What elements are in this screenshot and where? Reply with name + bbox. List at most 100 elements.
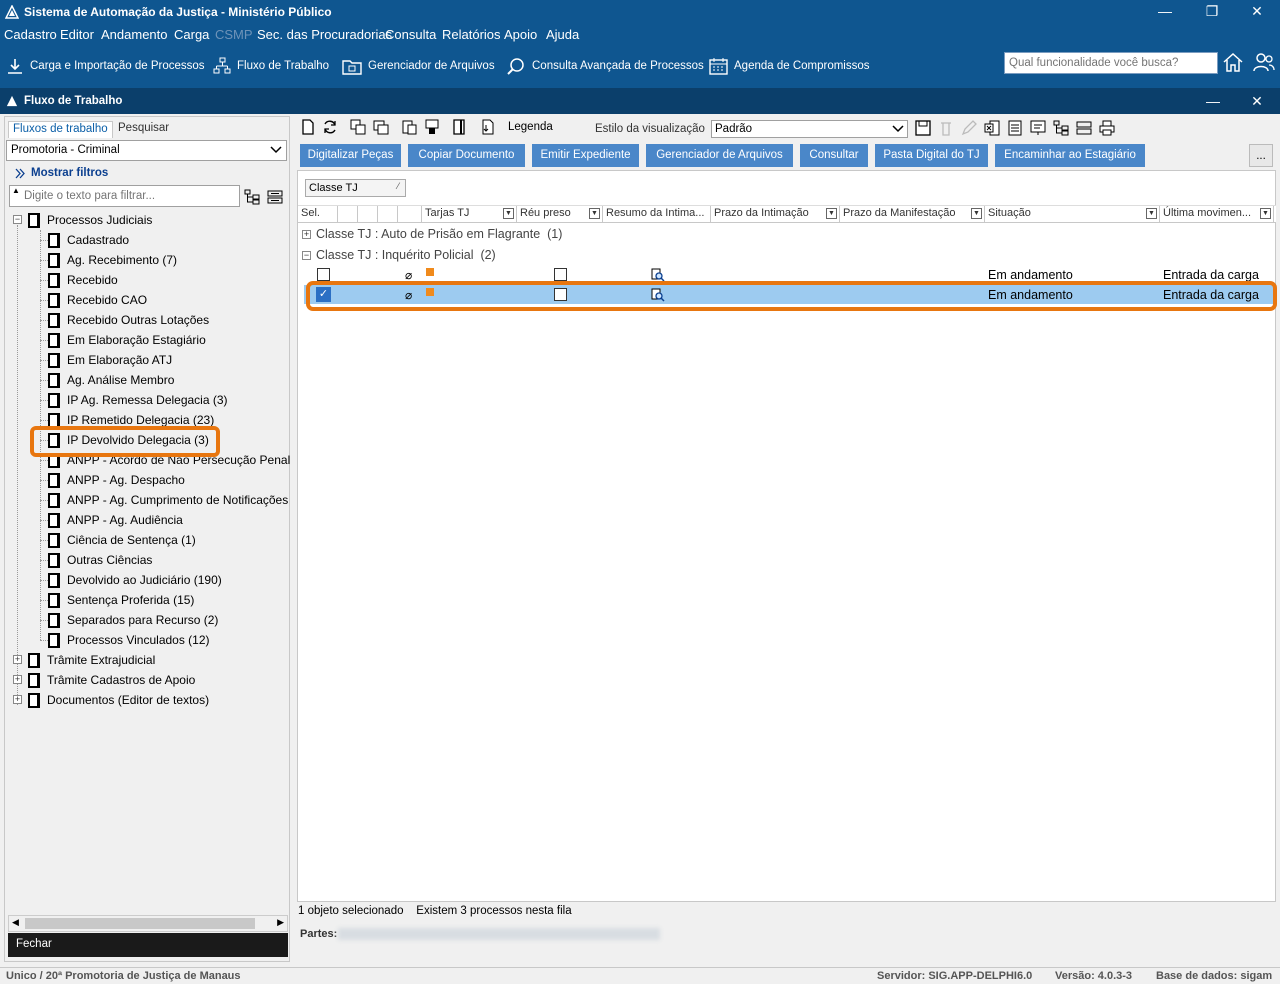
child-close-button[interactable]: ✕ <box>1234 90 1280 114</box>
collapse-toggle[interactable]: − <box>302 251 311 260</box>
tree-item[interactable]: Outras Ciências <box>48 550 152 570</box>
tree-item[interactable]: Ag. Análise Membro <box>48 370 174 390</box>
tree-item[interactable]: Cadastrado <box>48 230 129 250</box>
save-icon[interactable] <box>915 120 931 136</box>
expand-toggle[interactable]: + <box>13 655 22 664</box>
export-icon[interactable] <box>1030 120 1046 136</box>
col-blank-1[interactable] <box>338 206 358 222</box>
paste-icon[interactable] <box>401 119 417 135</box>
tree-item[interactable]: Separados para Recurso (2) <box>48 610 218 630</box>
shortcut-consulta-avancada[interactable]: Consulta Avançada de Processos <box>506 55 704 77</box>
excel-icon[interactable] <box>984 120 1000 136</box>
legend-label[interactable]: Legenda <box>508 121 553 133</box>
expand-toggle[interactable]: + <box>13 695 22 704</box>
collapse-tree-icon[interactable] <box>267 190 283 204</box>
expand-toggle[interactable]: + <box>302 230 311 239</box>
tree-item[interactable]: Devolvido ao Judiciário (190) <box>48 570 222 590</box>
row-select-checkbox[interactable] <box>317 268 330 281</box>
menu-apoio[interactable]: Apoio <box>504 27 537 42</box>
maximize-button[interactable]: ❐ <box>1189 0 1235 24</box>
horizontal-scrollbar[interactable]: ◀ ▶ <box>8 915 288 932</box>
menu-cadastro[interactable]: Cadastro <box>4 27 57 42</box>
copy-icon[interactable] <box>350 119 366 135</box>
new-document-icon[interactable] <box>300 119 316 135</box>
tab-pesquisar[interactable]: Pesquisar <box>114 121 173 138</box>
show-filters-link[interactable]: Mostrar filtros <box>31 167 108 179</box>
shortcut-agenda[interactable]: Agenda de Compromissos <box>709 55 870 77</box>
gerenciador-arquivos-button[interactable]: Gerenciador de Arquivos <box>646 144 793 167</box>
pasta-digital-tj-button[interactable]: Pasta Digital do TJ <box>875 144 988 167</box>
col-blank-2[interactable] <box>358 206 378 222</box>
collapse-toggle[interactable]: − <box>13 215 22 224</box>
home-icon[interactable] <box>1222 51 1244 73</box>
expand-tree-icon[interactable] <box>244 189 260 205</box>
menu-carga[interactable]: Carga <box>174 27 209 42</box>
encaminhar-estagiario-button[interactable]: Encaminhar ao Estagiário <box>995 144 1145 167</box>
tree-item[interactable]: Ag. Recebimento (7) <box>48 250 177 270</box>
col-reu-preso[interactable]: Réu preso ▼ <box>517 206 603 222</box>
group-by-chip[interactable]: Classe TJ ⁄ <box>305 179 406 197</box>
col-blank-3[interactable] <box>378 206 398 222</box>
chevron-down-icon[interactable]: ▼ <box>826 208 837 219</box>
clipboard-icon[interactable] <box>424 119 440 135</box>
view-style-combo[interactable]: Padrão <box>711 120 908 138</box>
shortcut-carga-importacao[interactable]: Carga e Importação de Processos <box>6 55 205 77</box>
menu-editor[interactable]: Editor <box>60 27 94 42</box>
tree-root-tramite-cadastros-apoio[interactable]: Trâmite Cadastros de Apoio <box>28 670 195 690</box>
minimize-button[interactable]: — <box>1142 0 1188 24</box>
chevron-down-icon[interactable]: ▼ <box>1260 208 1271 219</box>
tree-root-tramite-extrajudicial[interactable]: Trâmite Extrajudicial <box>28 650 155 670</box>
reu-preso-checkbox[interactable] <box>554 268 567 281</box>
duplicate-icon[interactable] <box>373 119 389 135</box>
legend-icon[interactable] <box>480 119 496 135</box>
close-panel-button[interactable]: Fechar <box>8 933 288 957</box>
chevron-down-icon[interactable]: ▼ <box>1146 208 1157 219</box>
tree-filter-input[interactable] <box>9 185 240 207</box>
tree-item[interactable]: Recebido <box>48 270 118 290</box>
chevron-down-icon[interactable]: ▼ <box>971 208 982 219</box>
menu-relatorios[interactable]: Relatórios <box>442 27 501 42</box>
menu-consulta[interactable]: Consulta <box>385 27 436 42</box>
tree-item[interactable]: Em Elaboração ATJ <box>48 350 172 370</box>
col-resumo-intimacao[interactable]: Resumo da Intima... <box>603 206 711 222</box>
tree-item[interactable]: ANPP - Ag. Despacho <box>48 470 185 490</box>
attachment-icon[interactable]: ⌀ <box>405 268 412 282</box>
scroll-right-icon[interactable]: ▶ <box>277 917 284 928</box>
workflow-combo[interactable]: Promotoria - Criminal <box>6 140 287 161</box>
col-situacao[interactable]: Situação ▼ <box>985 206 1160 222</box>
group-row[interactable]: Classe TJ : Auto de Prisão em Flagrante … <box>316 227 562 241</box>
tree-root-processos-judiciais[interactable]: Processos Judiciais <box>28 210 152 230</box>
consultar-button[interactable]: Consultar <box>800 144 868 167</box>
col-prazo-intimacao[interactable]: Prazo da Intimação ▼ <box>711 206 840 222</box>
menu-andamento[interactable]: Andamento <box>101 27 168 42</box>
tree-view-icon[interactable] <box>1053 120 1069 136</box>
tree-item[interactable]: ANPP - Ag. Audiência <box>48 510 183 530</box>
tree-item[interactable]: Sentença Proferida (15) <box>48 590 194 610</box>
tree-item[interactable]: Recebido CAO <box>48 290 147 310</box>
tree-item[interactable]: ANPP - Ag. Cumprimento de Notificações <box>48 490 288 510</box>
tree-item[interactable]: Ciência de Sentença (1) <box>48 530 196 550</box>
chevron-down-icon[interactable]: ▼ <box>503 208 514 219</box>
tree-item[interactable]: Em Elaboração Estagiário <box>48 330 206 350</box>
menu-sec-procuradorias[interactable]: Sec. das Procuradorias <box>257 27 392 42</box>
magnifier-document-icon[interactable] <box>651 268 665 282</box>
scroll-left-icon[interactable]: ◀ <box>12 917 19 928</box>
group-row[interactable]: Classe TJ : Inquérito Policial (2) <box>316 248 496 262</box>
shortcut-gerenciador-arquivos[interactable]: Gerenciador de Arquivos <box>342 55 495 77</box>
col-prazo-manifestacao[interactable]: Prazo da Manifestação ▼ <box>840 206 985 222</box>
print-icon[interactable] <box>1099 120 1115 136</box>
refresh-icon[interactable] <box>322 119 338 135</box>
tree-item[interactable]: IP Ag. Remessa Delegacia (3) <box>48 390 228 410</box>
child-minimize-button[interactable]: — <box>1190 90 1236 114</box>
digitalizar-pecas-button[interactable]: Digitalizar Peças <box>300 144 401 167</box>
tree-root-documentos[interactable]: Documentos (Editor de textos) <box>28 690 209 710</box>
col-ultima-movimentacao[interactable]: Última movimen... ▼ <box>1160 206 1274 222</box>
tree-item[interactable]: Recebido Outras Lotações <box>48 310 209 330</box>
copiar-documento-button[interactable]: Copiar Documento <box>408 144 525 167</box>
document-move-icon[interactable] <box>452 119 468 135</box>
col-sel[interactable]: Sel. <box>298 206 338 222</box>
scroll-thumb[interactable] <box>25 918 255 929</box>
emitir-expediente-button[interactable]: Emitir Expediente <box>532 144 639 167</box>
tree-item[interactable]: Processos Vinculados (12) <box>48 630 210 650</box>
close-window-button[interactable]: ✕ <box>1234 0 1280 24</box>
